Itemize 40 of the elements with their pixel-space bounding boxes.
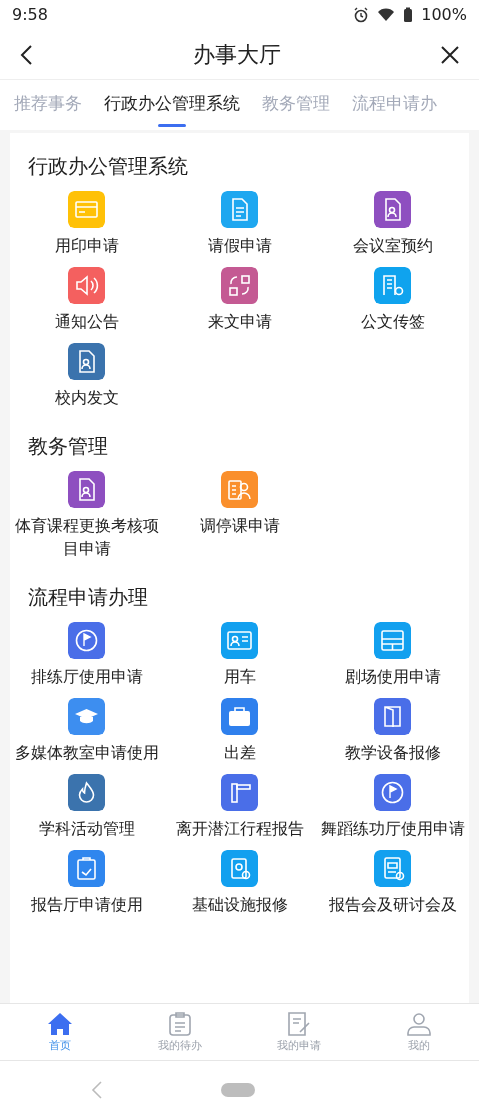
service-item[interactable]: 校内发文 xyxy=(10,343,163,409)
home-pill-icon xyxy=(221,1082,255,1097)
service-item[interactable]: 剧场使用申请 xyxy=(316,622,469,688)
edit-document-icon xyxy=(286,1012,313,1036)
service-item[interactable]: 用印申请 xyxy=(10,191,163,257)
service-item[interactable]: 体育课程更换考核项目申请 xyxy=(10,471,163,560)
service-item[interactable]: 基础设施报修 xyxy=(163,850,316,916)
service-item[interactable]: 用车 xyxy=(163,622,316,688)
alarm-icon xyxy=(353,7,370,23)
service-item[interactable]: 排练厅使用申请 xyxy=(10,622,163,688)
service-item[interactable]: 来文申请 xyxy=(163,267,316,333)
service-item[interactable]: 调停课申请 xyxy=(163,471,316,560)
clipboard-icon xyxy=(166,1012,193,1036)
person-icon xyxy=(406,1012,433,1036)
service-item[interactable]: 教学设备报修 xyxy=(316,698,469,764)
service-item[interactable]: 舞蹈练功厅使用申请 xyxy=(316,774,469,840)
section-title: 教务管理 xyxy=(27,433,109,460)
home-icon xyxy=(46,1012,73,1036)
nav-tab[interactable]: 首页 xyxy=(0,1004,120,1060)
service-item[interactable]: 通知公告 xyxy=(10,267,163,333)
service-item[interactable]: 离开潜江行程报告 xyxy=(163,774,316,840)
service-item[interactable]: 请假申请 xyxy=(163,191,316,257)
page-title: 办事大厅 xyxy=(192,41,281,69)
service-item[interactable]: 报告会及研讨会及 xyxy=(316,850,469,916)
battery-level: 100% xyxy=(421,4,467,26)
service-item[interactable]: 会议室预约 xyxy=(316,191,469,257)
section-title: 流程申请办理 xyxy=(27,584,149,611)
wifi-icon xyxy=(377,7,396,23)
tab[interactable]: 行政办公管理系统 xyxy=(104,81,240,129)
section-title: 行政办公管理系统 xyxy=(27,153,189,180)
service-item[interactable]: 学科活动管理 xyxy=(10,774,163,840)
clock-time: 9:58 xyxy=(12,4,48,26)
service-item[interactable]: 报告厅申请使用 xyxy=(10,850,163,916)
battery-icon xyxy=(403,7,414,23)
service-item[interactable]: 出差 xyxy=(163,698,316,764)
service-item[interactable]: 多媒体教室申请使用 xyxy=(10,698,163,764)
close-icon xyxy=(440,45,460,65)
back-icon xyxy=(91,1079,103,1100)
back-icon xyxy=(19,44,33,66)
service-item[interactable]: 公文传签 xyxy=(316,267,469,333)
